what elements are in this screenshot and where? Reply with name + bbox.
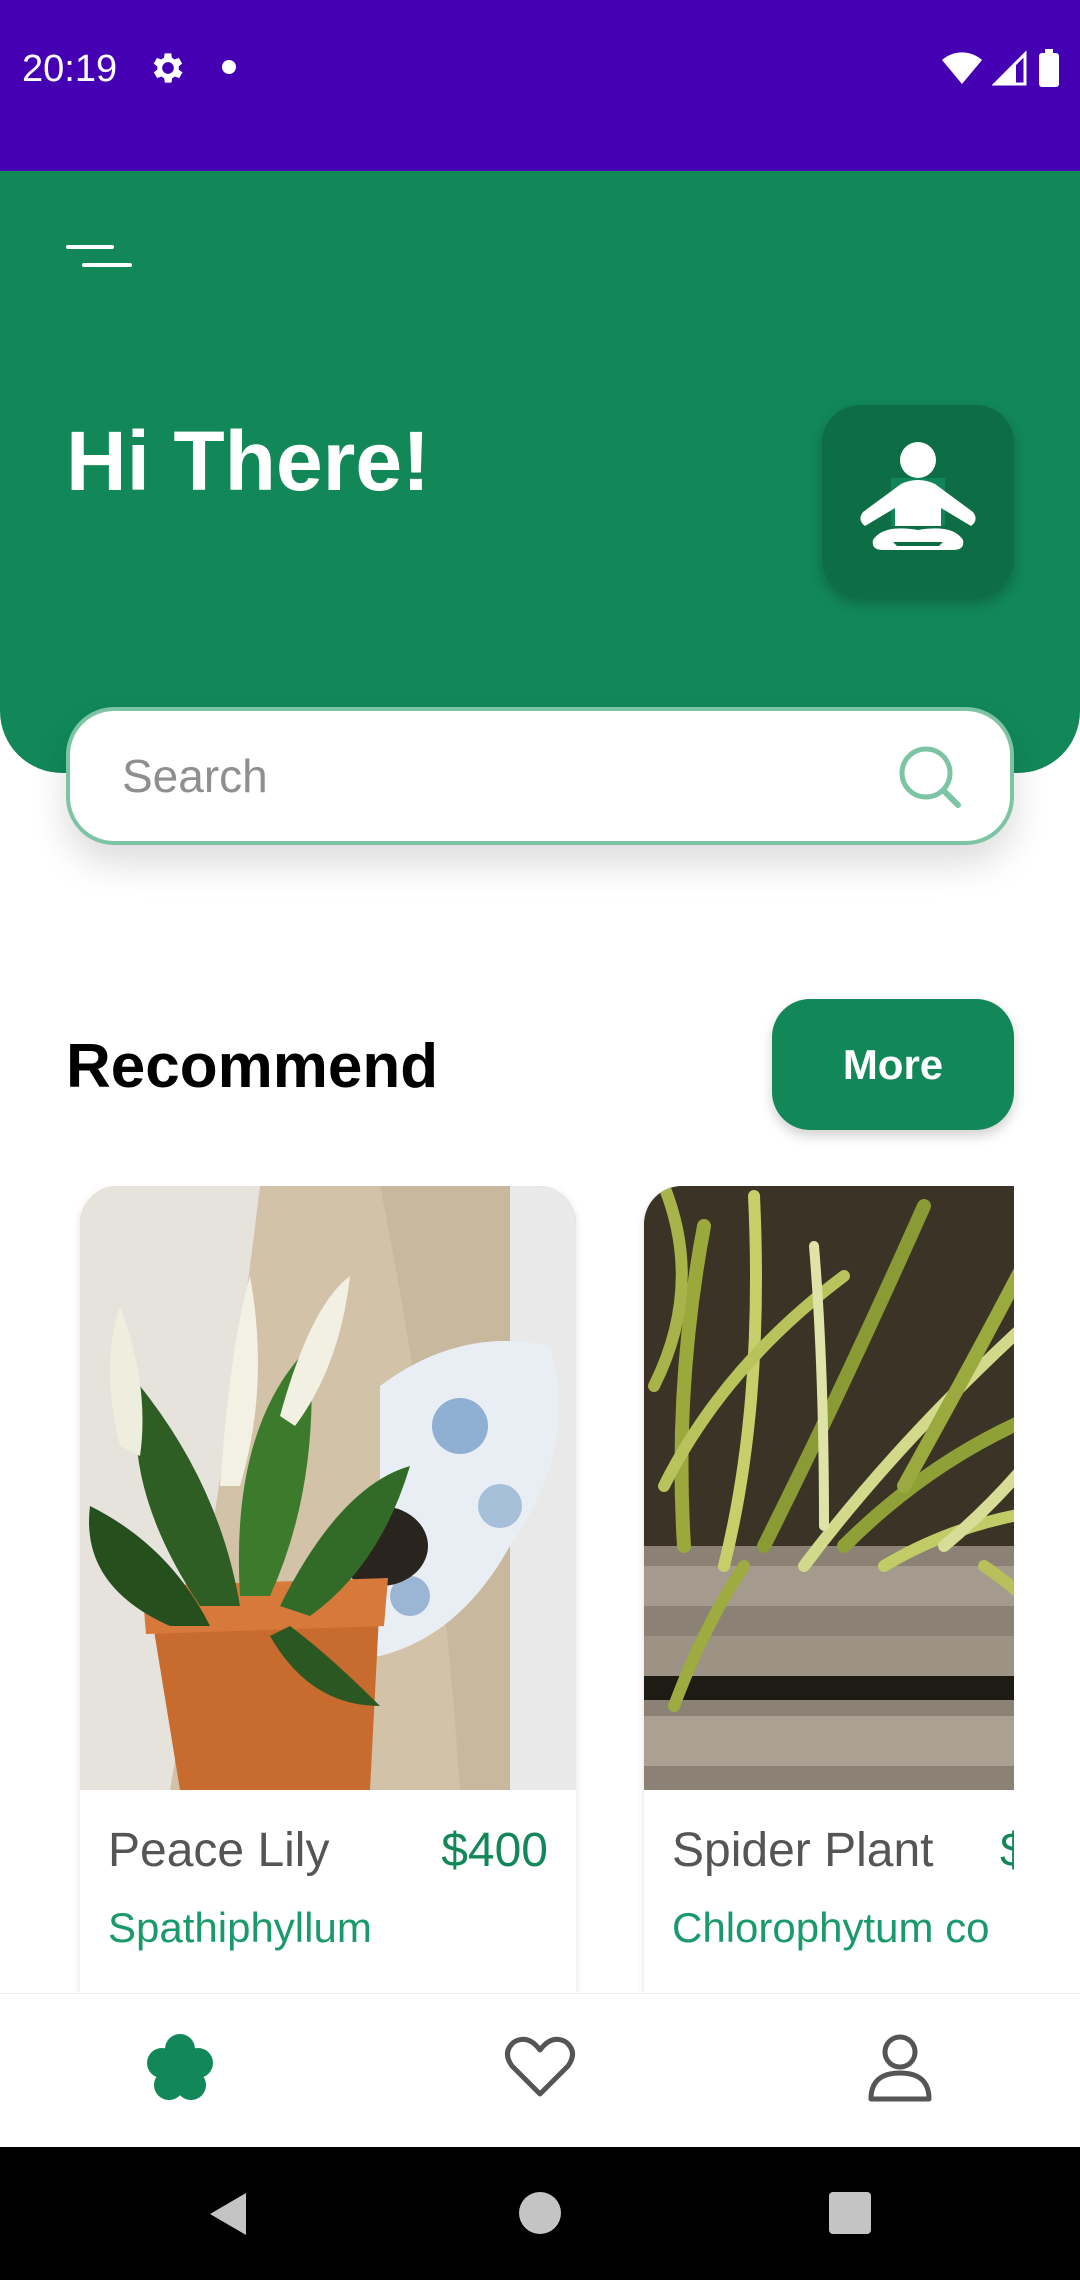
heart-icon — [505, 2036, 575, 2097]
plant-card[interactable]: Peace Lily $400 Spathiphyllum — [80, 1186, 576, 1992]
nav-home-tab[interactable] — [140, 2028, 220, 2108]
menu-icon[interactable] — [60, 233, 140, 273]
card-price: $ — [1000, 1824, 1014, 1877]
home-icon[interactable] — [519, 2192, 561, 2234]
back-icon[interactable] — [204, 2189, 254, 2239]
user-icon — [868, 2034, 932, 2102]
battery-icon — [1039, 49, 1059, 87]
card-plant-name: Peace Lily — [108, 1824, 330, 1877]
peace-lily-image — [80, 1186, 576, 1790]
search-bar[interactable] — [66, 707, 1014, 845]
status-time: 20:19 — [22, 48, 118, 90]
header: Hi There! — [0, 171, 1080, 773]
search-icon[interactable] — [896, 743, 962, 809]
avatar-button[interactable] — [822, 405, 1014, 597]
search-input[interactable] — [122, 711, 822, 841]
flower-icon — [147, 2034, 213, 2100]
status-icons — [942, 48, 1060, 88]
system-nav-bar — [0, 2147, 1080, 2280]
section-title: Recommend — [66, 1032, 439, 1101]
card-price: $400 — [441, 1824, 548, 1877]
meditation-icon — [860, 442, 976, 550]
card-scientific-name: Chlorophytum co — [672, 1904, 990, 1951]
greeting-title: Hi There! — [66, 414, 431, 508]
signal-icon — [992, 50, 1027, 86]
card-scientific-name: Spathiphyllum — [108, 1904, 372, 1951]
wifi-icon — [942, 52, 982, 84]
bottom-nav — [0, 1993, 1080, 2147]
recents-icon[interactable] — [829, 2192, 871, 2234]
spider-plant-image — [644, 1186, 1014, 1790]
plant-card[interactable]: Spider Plant $ Chlorophytum co — [644, 1186, 1014, 1992]
notification-dot-icon — [222, 60, 236, 74]
nav-favorites-tab[interactable] — [500, 2028, 580, 2108]
status-bar: 20:19 — [0, 0, 1080, 171]
card-plant-name: Spider Plant — [672, 1824, 934, 1877]
gear-icon — [153, 53, 183, 83]
recommend-carousel[interactable]: Peace Lily $400 Spathiphyllum Spider Pla… — [0, 1186, 1014, 1992]
more-button[interactable]: More — [772, 999, 1014, 1130]
nav-profile-tab[interactable] — [860, 2028, 940, 2108]
